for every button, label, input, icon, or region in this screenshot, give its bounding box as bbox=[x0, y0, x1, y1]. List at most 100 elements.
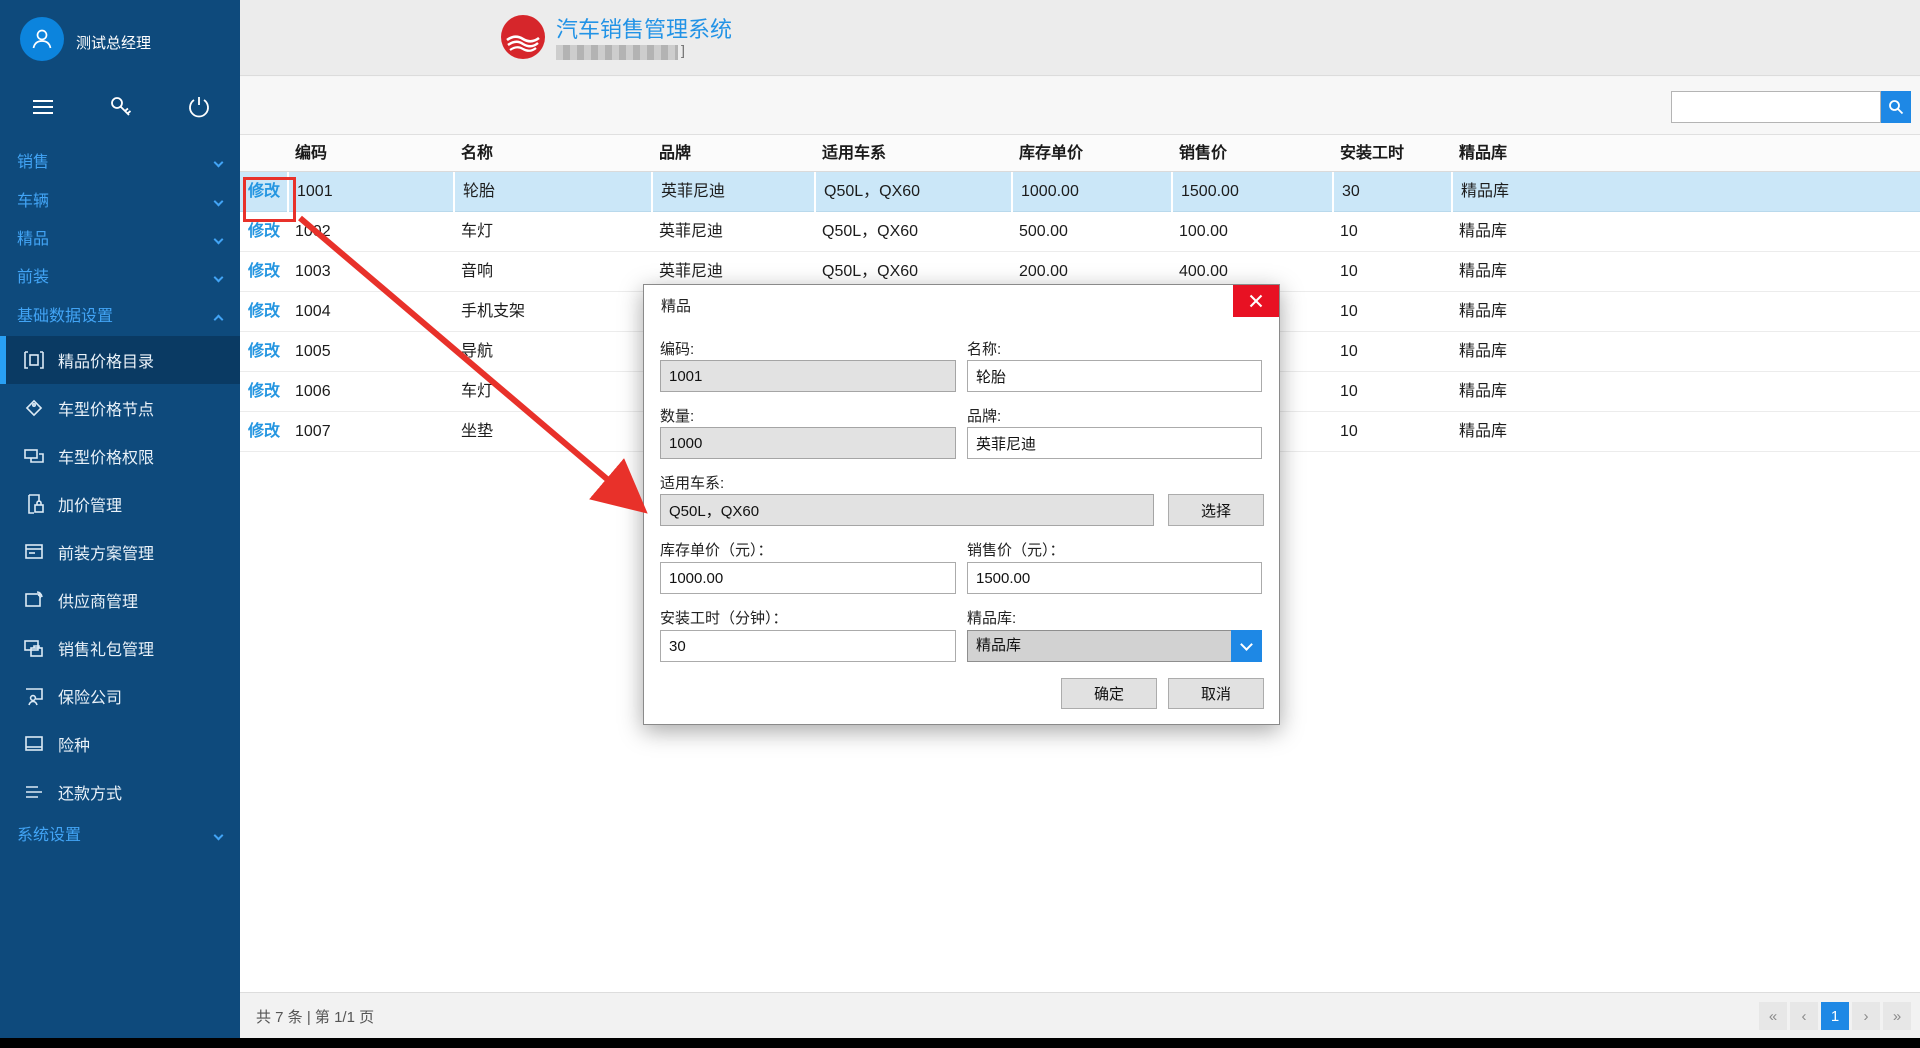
table-cell: Q50L，QX60 bbox=[814, 212, 1011, 252]
chevron-down-icon bbox=[214, 235, 224, 245]
table-row[interactable]: 修改1001轮胎英菲尼迪Q50L，QX601000.001500.0030精品库 bbox=[240, 172, 1920, 212]
sidebar-item-label: 车型价格权限 bbox=[58, 444, 154, 468]
sidebar-item-还款方式[interactable]: 还款方式 bbox=[0, 768, 240, 816]
last-page-button[interactable]: » bbox=[1883, 1002, 1911, 1030]
first-page-button[interactable]: « bbox=[1759, 1002, 1787, 1030]
table-cell: 10 bbox=[1332, 212, 1451, 252]
store-select[interactable]: 精品库 bbox=[967, 630, 1262, 662]
sidebar-item-车型价格节点[interactable]: 车型价格节点 bbox=[0, 384, 240, 432]
footer-bar: 共 7 条 | 第 1/1 页 «‹1›» bbox=[240, 992, 1920, 1038]
cards-icon bbox=[22, 444, 46, 468]
catalog-icon bbox=[22, 348, 46, 372]
sale-price-field[interactable] bbox=[967, 562, 1262, 594]
edit-link[interactable]: 修改 bbox=[240, 412, 287, 452]
code-field[interactable] bbox=[660, 360, 956, 392]
sidebar-item-前装方案管理[interactable]: 前装方案管理 bbox=[0, 528, 240, 576]
ok-button[interactable]: 确定 bbox=[1061, 678, 1157, 709]
sidebar-item-供应商管理[interactable]: 供应商管理 bbox=[0, 576, 240, 624]
table-cell: 10 bbox=[1332, 372, 1451, 412]
table-cell: 英菲尼迪 bbox=[651, 212, 814, 252]
censored-subtitle bbox=[556, 45, 678, 60]
search-input[interactable] bbox=[1671, 91, 1881, 123]
table-header-row: 编码名称品牌适用车系库存单价销售价安装工时精品库 bbox=[240, 134, 1920, 172]
doc-lock-icon bbox=[22, 492, 46, 516]
brand-label: 品牌: bbox=[967, 405, 1001, 426]
column-header-精品库: 精品库 bbox=[1451, 135, 1920, 173]
table-cell: 1004 bbox=[287, 292, 453, 332]
table-cell: 1500.00 bbox=[1171, 172, 1332, 212]
sidebar-group-基础数据设置[interactable]: 基础数据设置 bbox=[0, 298, 240, 336]
user-icon bbox=[29, 26, 55, 52]
edit-link[interactable]: 修改 bbox=[240, 252, 287, 292]
sidebar-item-加价管理[interactable]: 加价管理 bbox=[0, 480, 240, 528]
edit-link[interactable]: 修改 bbox=[240, 292, 287, 332]
avatar[interactable] bbox=[20, 17, 64, 61]
menu-toggle-button[interactable] bbox=[30, 94, 56, 120]
brand-field[interactable] bbox=[967, 427, 1262, 459]
doc-signal-icon bbox=[22, 588, 46, 612]
table-cell: Q50L，QX60 bbox=[814, 172, 1011, 212]
table-cell: 1005 bbox=[287, 332, 453, 372]
table-cell: 轮胎 bbox=[453, 172, 651, 212]
cancel-button[interactable]: 取消 bbox=[1168, 678, 1264, 709]
sidebar-group-销售[interactable]: 销售 bbox=[0, 144, 240, 182]
series-field[interactable] bbox=[660, 494, 1154, 526]
table-cell: 10 bbox=[1332, 292, 1451, 332]
table-cell: 精品库 bbox=[1451, 412, 1920, 452]
tag-icon bbox=[22, 396, 46, 420]
edit-link[interactable]: 修改 bbox=[240, 372, 287, 412]
table-cell: 精品库 bbox=[1451, 372, 1920, 412]
dialog-close-button[interactable] bbox=[1233, 285, 1279, 317]
group-label: 销售 bbox=[17, 154, 49, 171]
table-cell: 车灯 bbox=[453, 212, 651, 252]
record-summary: 共 7 条 | 第 1/1 页 bbox=[256, 1006, 374, 1027]
table-cell: 精品库 bbox=[1451, 292, 1920, 332]
sidebar-item-label: 加价管理 bbox=[58, 492, 122, 516]
table-cell: 坐垫 bbox=[453, 412, 651, 452]
table-cell: 10 bbox=[1332, 332, 1451, 372]
panel-icon bbox=[22, 540, 46, 564]
choose-series-button[interactable]: 选择 bbox=[1168, 494, 1264, 526]
sidebar-item-保险公司[interactable]: 保险公司 bbox=[0, 672, 240, 720]
search-icon bbox=[1888, 99, 1904, 115]
table-row[interactable]: 修改1002车灯英菲尼迪Q50L，QX60500.00100.0010精品库 bbox=[240, 212, 1920, 252]
qty-label: 数量: bbox=[660, 405, 694, 426]
next-page-button[interactable]: › bbox=[1852, 1002, 1880, 1030]
search-button[interactable] bbox=[1881, 91, 1911, 123]
sidebar-item-销售礼包管理[interactable]: 销售礼包管理 bbox=[0, 624, 240, 672]
power-icon bbox=[186, 94, 212, 120]
table-cell: 音响 bbox=[453, 252, 651, 292]
sidebar-item-label: 前装方案管理 bbox=[58, 540, 154, 564]
install-time-field[interactable] bbox=[660, 630, 956, 662]
table-cell: 精品库 bbox=[1451, 172, 1920, 212]
sidebar-item-label: 供应商管理 bbox=[58, 588, 138, 612]
edit-link[interactable]: 修改 bbox=[240, 332, 287, 372]
sale-price-label: 销售价（元）： bbox=[967, 539, 1065, 560]
name-field[interactable] bbox=[967, 360, 1262, 392]
group-label: 基础数据设置 bbox=[17, 308, 113, 325]
column-header-适用车系: 适用车系 bbox=[814, 135, 1011, 173]
page-button-1[interactable]: 1 bbox=[1821, 1002, 1849, 1030]
store-select-value: 精品库 bbox=[976, 631, 1021, 661]
change-password-button[interactable] bbox=[108, 94, 134, 120]
sidebar-group-前装[interactable]: 前装 bbox=[0, 259, 240, 297]
chevron-down-icon bbox=[214, 273, 224, 283]
qty-field[interactable] bbox=[660, 427, 956, 459]
page-title: 汽车销售管理系统 bbox=[556, 12, 732, 44]
stock-price-field[interactable] bbox=[660, 562, 956, 594]
sidebar-item-险种[interactable]: 险种 bbox=[0, 720, 240, 768]
sidebar-group-精品[interactable]: 精品 bbox=[0, 221, 240, 259]
table-cell: 英菲尼迪 bbox=[651, 172, 814, 212]
sidebar-group-系统设置[interactable]: 系统设置 bbox=[0, 817, 240, 855]
table-cell: 1003 bbox=[287, 252, 453, 292]
sidebar-item-车型价格权限[interactable]: 车型价格权限 bbox=[0, 432, 240, 480]
name-label: 名称: bbox=[967, 338, 1001, 359]
table-cell: 1000.00 bbox=[1011, 172, 1171, 212]
column-header-安装工时: 安装工时 bbox=[1332, 135, 1451, 173]
sidebar-item-精品价格目录[interactable]: 精品价格目录 bbox=[0, 336, 240, 384]
sidebar-group-车辆[interactable]: 车辆 bbox=[0, 183, 240, 221]
prev-page-button[interactable]: ‹ bbox=[1790, 1002, 1818, 1030]
table-cell: 精品库 bbox=[1451, 252, 1920, 292]
stock-price-label: 库存单价（元）： bbox=[660, 539, 773, 560]
logout-button[interactable] bbox=[186, 94, 212, 120]
